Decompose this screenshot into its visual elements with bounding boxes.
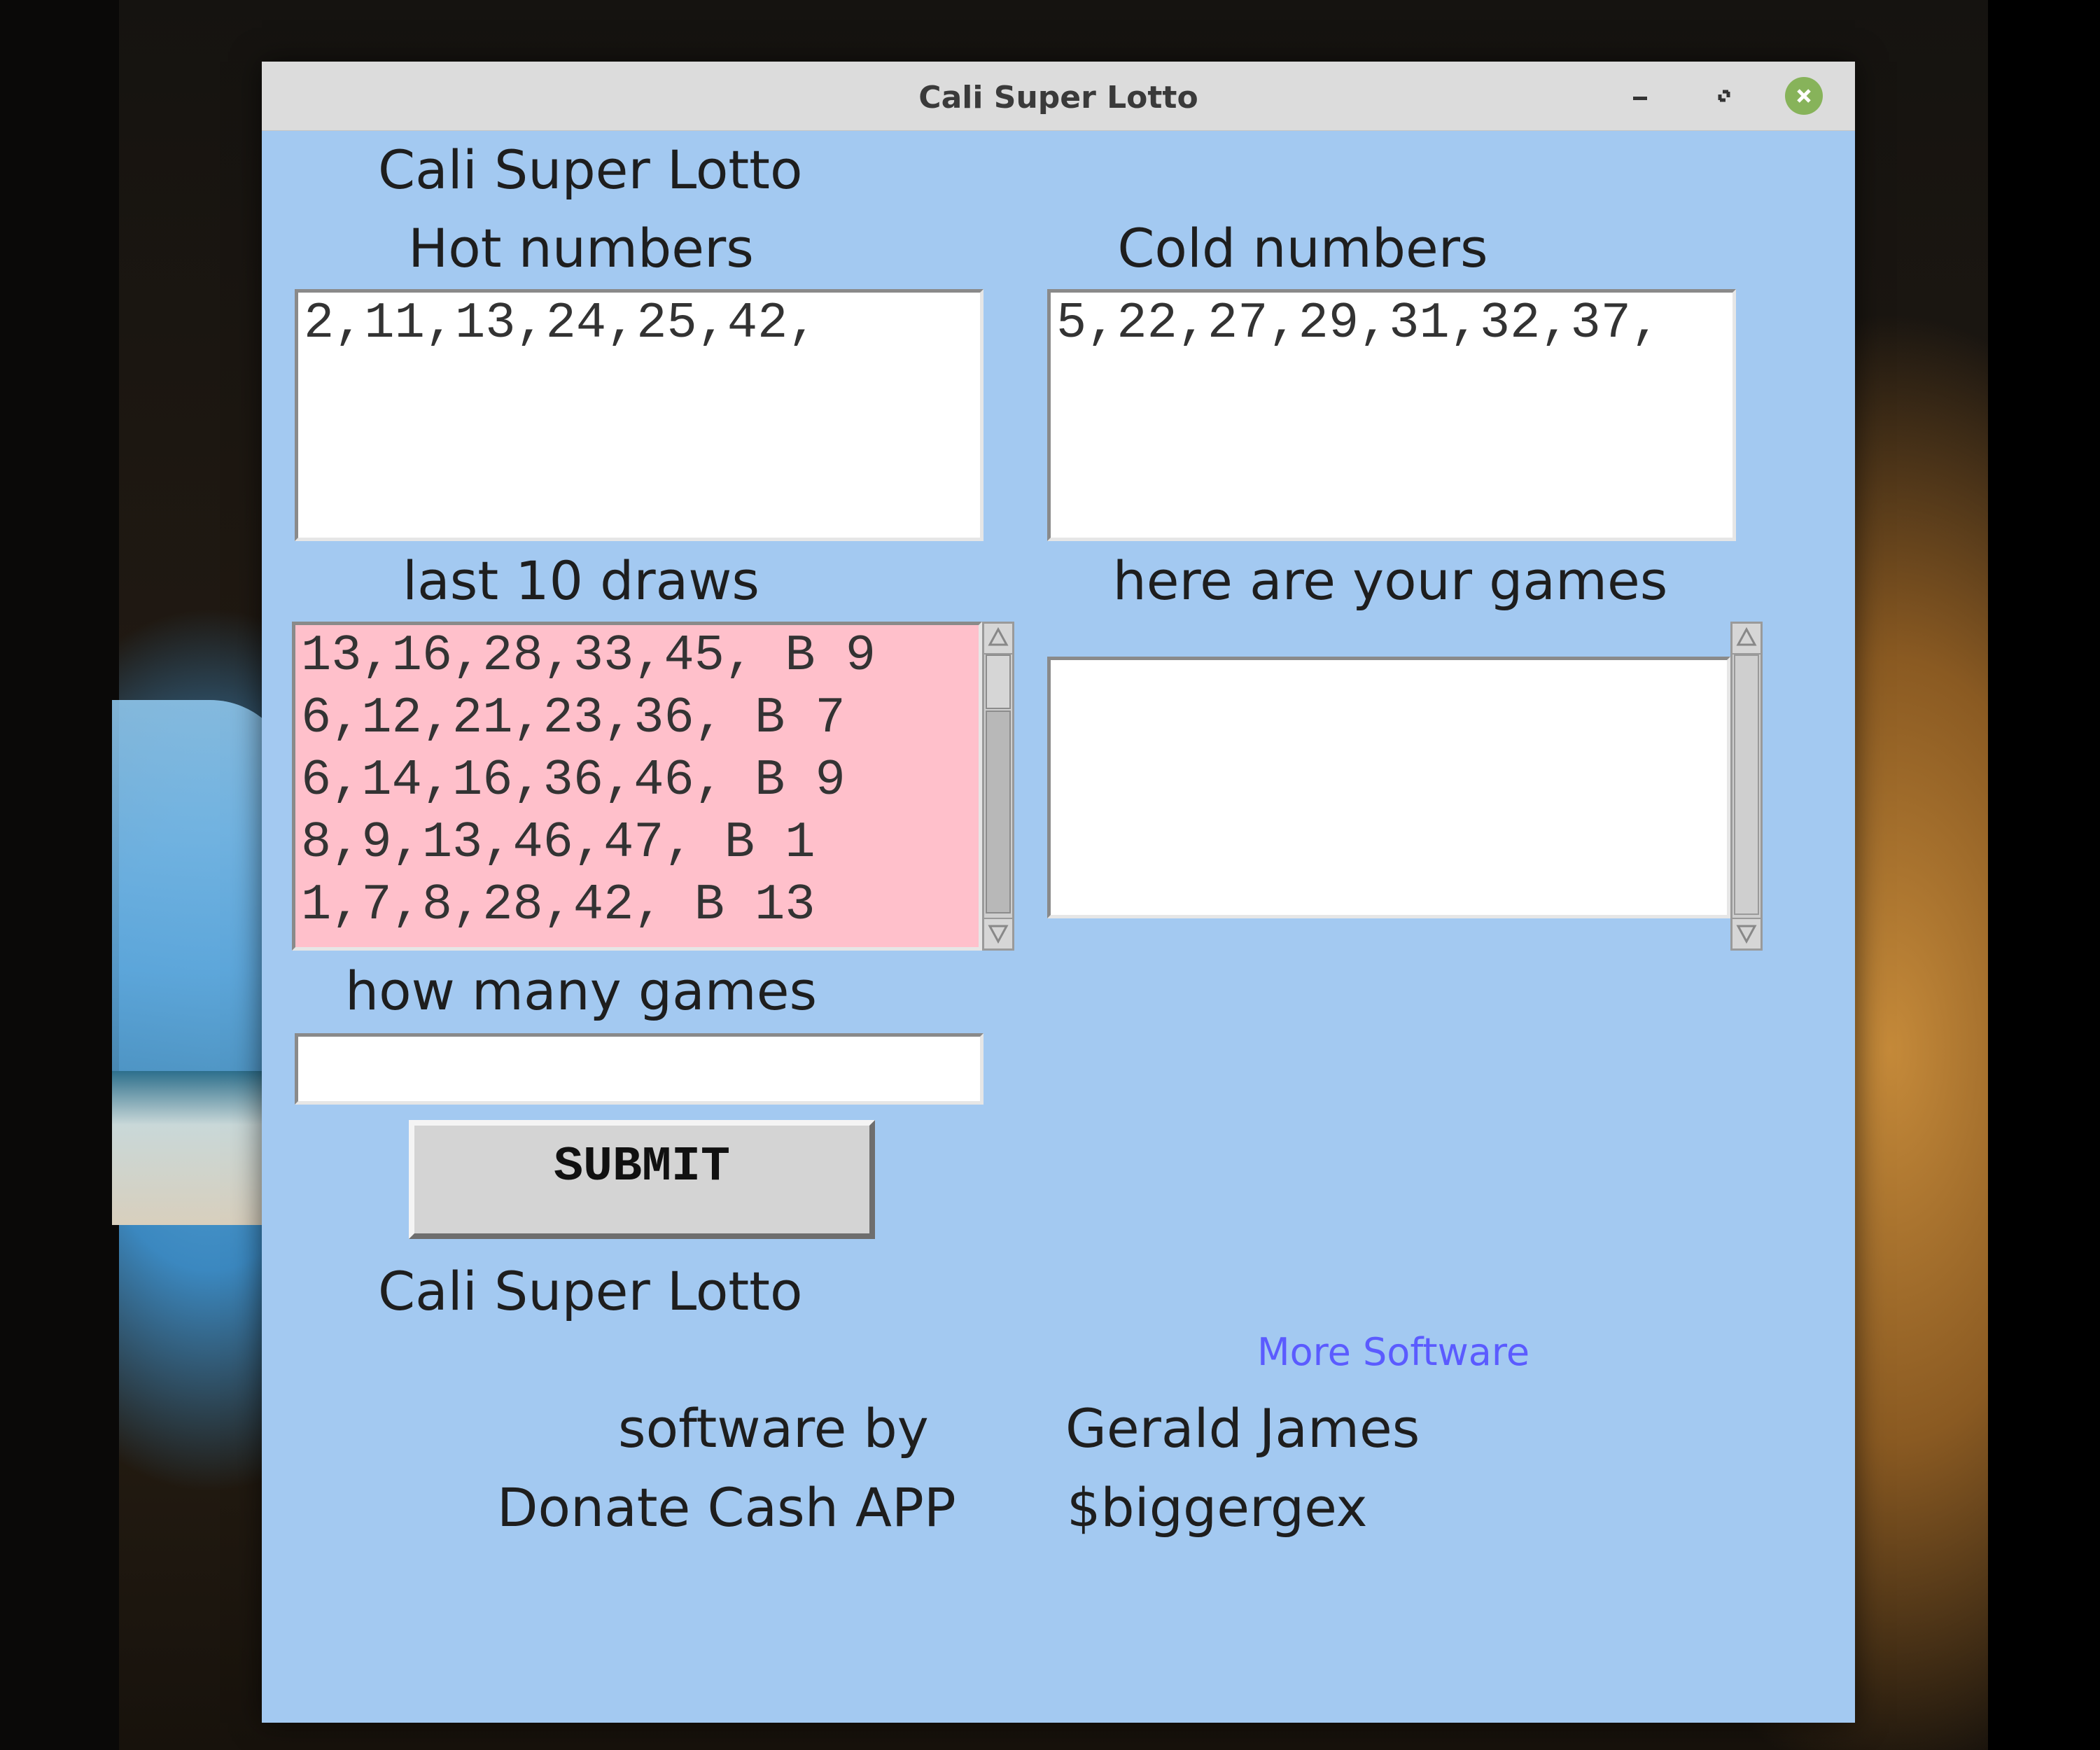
draw-row: 6,14,16,36,46, B 9 [301,752,846,809]
scroll-down-arrow[interactable] [1732,918,1760,948]
chevron-down-icon [988,925,1009,944]
author-name: Gerald James [1065,1397,1420,1460]
maximize-icon [1718,90,1730,102]
scroll-down-arrow[interactable] [984,918,1012,948]
draw-row: 1,7,8,28,42, B 13 [301,876,816,934]
scroll-up-arrow[interactable] [984,624,1012,654]
scroll-up-arrow[interactable] [1732,624,1760,654]
donate-label: Donate Cash APP [497,1476,956,1539]
maximize-button[interactable] [1705,77,1743,115]
submit-button[interactable]: SUBMIT [409,1120,875,1239]
more-software-link[interactable]: More Software [1257,1330,1530,1374]
draw-row: 6,12,21,23,36, B 7 [301,690,846,747]
your-games-field[interactable] [1047,657,1730,918]
last-draws-list[interactable]: 13,16,28,33,45, B 9 6,12,21,23,36, B 7 6,1… [292,622,982,951]
scrollbar-track[interactable] [1734,654,1759,915]
app-window: Cali Super Lotto Cali Super Lotto Hot nu… [262,62,1855,1723]
close-icon [1797,89,1811,103]
your-games-label: here are your games [1112,550,1668,612]
hot-numbers-label: Hot numbers [408,217,754,279]
title-bar[interactable]: Cali Super Lotto [262,62,1855,131]
desktop-background-right [1988,0,2100,1750]
scrollbar-thumb[interactable] [986,654,1011,709]
cold-numbers-field[interactable]: 5,22,27,29,31,32,37, [1047,289,1736,541]
chevron-down-icon [1736,925,1757,944]
chevron-up-icon [1736,626,1757,646]
desktop-background-left [0,0,119,1750]
your-games-scrollbar[interactable] [1730,622,1763,951]
close-button[interactable] [1785,77,1823,115]
cold-numbers-label: Cold numbers [1117,217,1488,279]
draw-row: 8,9,13,46,47, B 1 [301,814,816,872]
how-many-games-input[interactable] [295,1033,983,1105]
app-heading: Cali Super Lotto [378,139,803,201]
draw-row: 13,16,28,33,45, B 9 [301,627,876,685]
window-title: Cali Super Lotto [918,80,1198,115]
desktop-wallpaper-sea [112,1071,280,1225]
cashtag: $biggergex [1067,1476,1368,1539]
software-by-label: software by [618,1397,929,1460]
scrollbar-track[interactable] [986,710,1011,913]
how-many-games-label: how many games [344,960,818,1022]
footer-title: Cali Super Lotto [378,1260,803,1322]
chevron-up-icon [988,626,1009,646]
hot-numbers-field[interactable]: 2,11,13,24,25,42, [295,289,983,541]
last-draws-label: last 10 draws [402,550,760,612]
minimize-button[interactable] [1621,77,1659,115]
last-draws-scrollbar[interactable] [982,622,1014,951]
